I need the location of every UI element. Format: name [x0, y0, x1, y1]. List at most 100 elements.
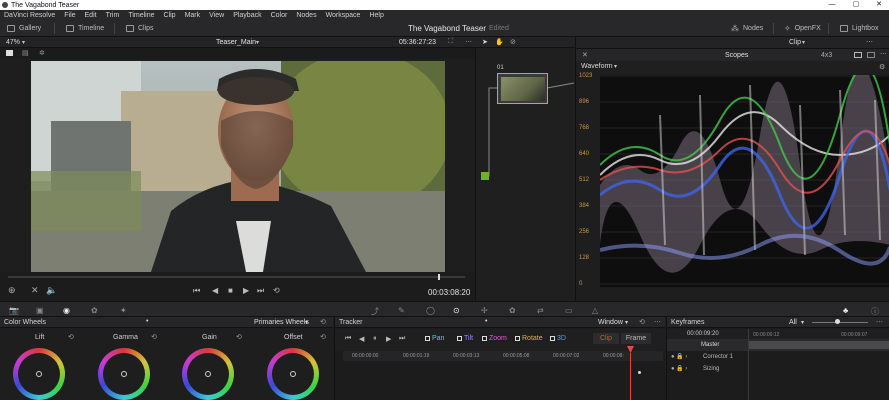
viewer-zoom[interactable]: 47%	[6, 39, 20, 46]
highlight-icon[interactable]: ✲	[39, 49, 45, 57]
viewer-scrubber[interactable]	[8, 276, 465, 278]
go-first-frame-icon[interactable]: ⏮	[193, 286, 200, 296]
menu-view[interactable]: View	[209, 12, 224, 19]
keyframes-zoom-handle[interactable]	[835, 319, 840, 324]
nodes-button[interactable]: ⁂ Nodes	[731, 20, 763, 37]
keyframes-filter[interactable]: All	[789, 319, 797, 326]
track-first-icon[interactable]: ⏮	[345, 335, 351, 343]
wheels-mode-dropdown-icon[interactable]: ▾	[305, 319, 308, 326]
wheels-reset-icon[interactable]: ⟲	[320, 318, 326, 326]
clip-mode-button[interactable]: Clip	[593, 333, 619, 344]
color-wheels-tab-icon[interactable]: ◉	[63, 306, 70, 315]
corrector-icons[interactable]: ● 🔒 ›	[671, 353, 687, 360]
clips-button[interactable]: Clips	[126, 20, 154, 37]
track-reverse-icon[interactable]: ◀	[359, 335, 364, 343]
gain-wheel[interactable]	[182, 348, 234, 400]
keyframes-row-corrector[interactable]: ● 🔒 › Corrector 1	[667, 351, 889, 363]
tracker-mode-dropdown-icon[interactable]: ▾	[625, 319, 628, 326]
pan-option[interactable]: Pan	[425, 335, 444, 342]
window-icon[interactable]: ◯	[426, 306, 435, 315]
tracker-tab-icon[interactable]: ⊙	[453, 306, 460, 315]
menu-color[interactable]: Color	[271, 12, 288, 19]
play-icon[interactable]: ▶	[243, 286, 249, 295]
bypass-icon[interactable]: ⊘	[510, 38, 516, 46]
tracker-mode[interactable]: Window	[598, 319, 623, 326]
keyframes-zoom-slider[interactable]	[812, 322, 868, 323]
split-screen-icon[interactable]: ▤	[22, 49, 29, 57]
menu-file[interactable]: File	[64, 12, 75, 19]
offset-wheel[interactable]	[267, 348, 319, 400]
keyframes-filter-dropdown-icon[interactable]: ▾	[801, 319, 804, 326]
clip-dropdown-icon[interactable]: ▾	[802, 39, 805, 46]
sizing-icon[interactable]: ▭	[565, 306, 573, 315]
keyframes-row-sizing[interactable]: ● 🔒 › Sizing	[667, 363, 889, 375]
scope-settings-icon[interactable]: ⚙	[879, 63, 885, 71]
offset-reset-icon[interactable]: ⟲	[320, 333, 326, 341]
sizing-icons[interactable]: ● 🔒 ›	[671, 365, 687, 372]
loop-icon[interactable]: ⟲	[273, 286, 280, 295]
zoom-checkbox[interactable]	[482, 335, 487, 341]
playhead-menu-icon[interactable]: ⊕	[8, 285, 16, 296]
keyframes-tab-icon[interactable]: ♣	[843, 306, 848, 315]
gallery-button[interactable]: Gallery	[7, 20, 41, 37]
source-input-node[interactable]	[481, 172, 489, 180]
menu-playback[interactable]: Playback	[233, 12, 261, 19]
motion-effects-icon[interactable]: ✦	[120, 306, 127, 315]
clip-select[interactable]: Clip	[789, 39, 801, 46]
menu-timeline[interactable]: Timeline	[128, 12, 154, 19]
quad-view-icon[interactable]	[867, 52, 875, 58]
viewer-option-icon[interactable]: ⛶	[448, 38, 453, 46]
tracker-reset-icon[interactable]: ⟲	[639, 318, 645, 326]
play-reverse-icon[interactable]: ◀	[212, 286, 218, 295]
3d-checkbox[interactable]	[550, 335, 555, 341]
tracker-more-icon[interactable]: ⋯	[654, 318, 661, 326]
tilt-option[interactable]: Tilt	[457, 335, 473, 342]
audio-icon[interactable]: 🔈	[46, 285, 57, 296]
scope-mode-dropdown-icon[interactable]: ▾	[614, 63, 617, 70]
zoom-option[interactable]: Zoom	[482, 335, 507, 342]
menu-edit[interactable]: Edit	[85, 12, 97, 19]
pan-checkbox[interactable]	[425, 335, 430, 341]
qualifier-icon[interactable]: ✎	[398, 306, 405, 315]
rotate-checkbox[interactable]	[515, 335, 520, 341]
node-01[interactable]	[497, 73, 548, 104]
track-last-icon[interactable]: ⏭	[399, 335, 405, 343]
tilt-checkbox[interactable]	[457, 335, 462, 341]
menu-workspace[interactable]: Workspace	[326, 12, 361, 19]
timeline-name[interactable]: Teaser_Main	[216, 39, 256, 46]
track-forward-icon[interactable]: ▶	[386, 335, 391, 343]
menu-nodes[interactable]: Nodes	[296, 12, 316, 19]
scopes-menu-icon[interactable]: ⋯	[880, 50, 887, 58]
viewer-more-icon[interactable]: ⋯	[465, 38, 472, 46]
timeline-button[interactable]: Timeline	[66, 20, 104, 37]
rotate-option[interactable]: Rotate	[515, 335, 543, 342]
scopes-close-icon[interactable]: ✕	[582, 51, 588, 59]
lift-reset-icon[interactable]: ⟲	[68, 333, 74, 341]
tracker-keyframe[interactable]	[638, 371, 641, 374]
key-icon[interactable]: ⇄	[537, 306, 544, 315]
minimize-button[interactable]: —	[819, 0, 845, 10]
color-match-icon[interactable]: ▣	[36, 306, 44, 315]
scopes-more-icon[interactable]: ⋯	[866, 38, 873, 46]
magic-mask-icon[interactable]: ✢	[481, 306, 488, 315]
keyframes-more-icon[interactable]: ⋯	[876, 318, 883, 326]
track-pause-icon[interactable]: ⏸	[373, 335, 377, 343]
node-editor[interactable]: 01	[475, 48, 575, 301]
lift-wheel-handle[interactable]	[36, 371, 42, 377]
video-viewer[interactable]	[31, 61, 445, 272]
camera-raw-icon[interactable]: 📷	[9, 306, 19, 315]
menu-mark[interactable]: Mark	[185, 12, 201, 19]
scope-mode[interactable]: Waveform	[581, 63, 613, 70]
wheels-mode[interactable]: Primaries Wheels	[254, 319, 309, 326]
go-last-frame-icon[interactable]: ⏭	[257, 286, 264, 296]
pointer-tool-icon[interactable]: ➤	[482, 38, 488, 46]
3d-icon[interactable]: △	[592, 306, 598, 315]
offset-wheel-handle[interactable]	[290, 371, 296, 377]
rgb-mixer-icon[interactable]: ✿	[91, 306, 98, 315]
gamma-wheel-handle[interactable]	[121, 371, 127, 377]
frame-mode-button[interactable]: Frame	[621, 333, 651, 344]
lift-wheel[interactable]	[13, 348, 65, 400]
gamma-reset-icon[interactable]: ⟲	[151, 333, 157, 341]
blur-icon[interactable]: ✿	[509, 306, 516, 315]
timeline-dropdown-icon[interactable]: ▾	[256, 39, 259, 46]
